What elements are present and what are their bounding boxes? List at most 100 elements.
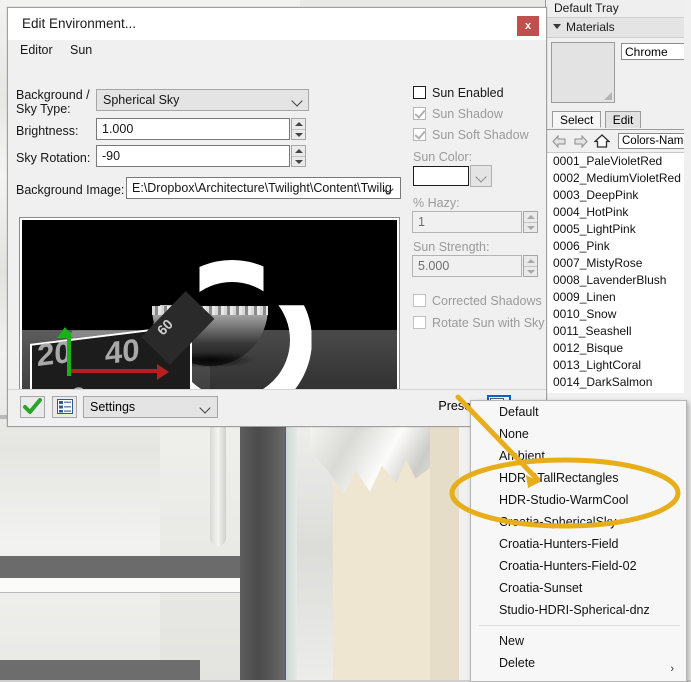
- axis-red: [70, 369, 161, 374]
- hazy-stepper-down[interactable]: [524, 222, 537, 233]
- brightness-input[interactable]: 1.000: [96, 118, 290, 140]
- hazy-input[interactable]: 1: [412, 211, 522, 233]
- list-item[interactable]: 0010_Snow: [546, 306, 691, 323]
- menu-item-label: None: [499, 427, 529, 441]
- sun-strength-stepper[interactable]: [523, 255, 538, 277]
- viewport-shelf-edge: [0, 578, 240, 593]
- viewport-wall-beige-2: [430, 418, 460, 680]
- sun-shadow-checkbox: Sun Shadow: [413, 107, 503, 122]
- menu-item-label: New: [499, 634, 525, 648]
- dialog-title: Edit Environment...: [22, 16, 137, 31]
- hazy-stepper-up[interactable]: [524, 212, 537, 222]
- sun-strength-label: Sun Strength:: [413, 240, 490, 254]
- tray-section-materials[interactable]: Materials: [546, 17, 691, 38]
- menu-item[interactable]: Ambient: [471, 445, 686, 467]
- green-check-icon: [21, 398, 44, 416]
- menu-editor[interactable]: Editor: [20, 40, 53, 60]
- material-swatch[interactable]: [551, 42, 615, 103]
- sun-soft-shadow-label: Sun Soft Shadow: [432, 128, 529, 142]
- sun-color-swatch[interactable]: [413, 166, 469, 186]
- tab-edit[interactable]: Edit: [604, 111, 642, 128]
- list-item[interactable]: 0013_LightCoral: [546, 357, 691, 374]
- dialog-menubar: Editor Sun: [8, 40, 546, 60]
- menu-item-label: Croatia-SphericalSky: [499, 515, 617, 529]
- edit-environment-dialog[interactable]: Edit Environment... x Editor Sun Backgro…: [7, 7, 547, 427]
- axis-green-head: [57, 326, 74, 338]
- material-name-input[interactable]: Chrome: [621, 43, 691, 60]
- sky-rotation-stepper-up[interactable]: [292, 146, 305, 156]
- brightness-stepper-down[interactable]: [292, 129, 305, 140]
- checkbox-box-checked: [413, 128, 426, 141]
- sun-enabled-checkbox[interactable]: Sun Enabled: [413, 86, 504, 101]
- dialog-titlebar[interactable]: Edit Environment... x: [8, 8, 546, 40]
- viewport-panel: [160, 420, 240, 680]
- list-item[interactable]: 0014_DarkSalmon: [546, 374, 691, 391]
- apply-button[interactable]: [20, 396, 45, 418]
- dialog-body: Background / Sky Type: Spherical Sky Bri…: [8, 60, 546, 424]
- menu-separator: [479, 625, 680, 626]
- list-item[interactable]: 0005_LightPink: [546, 221, 691, 238]
- list-item[interactable]: 0009_Linen: [546, 289, 691, 306]
- list-item[interactable]: 0012_Bisque: [546, 340, 691, 357]
- list-options-button[interactable]: [52, 396, 77, 418]
- menu-item-label: Croatia-Hunters-Field-02: [499, 559, 637, 573]
- menu-item[interactable]: HDR-Studio-WarmCool: [471, 489, 686, 511]
- sky-type-value: Spherical Sky: [103, 93, 180, 107]
- menu-item[interactable]: Croatia-Hunters-Field-02: [471, 555, 686, 577]
- back-arrow-icon[interactable]: [552, 134, 567, 148]
- home-icon[interactable]: [594, 134, 610, 148]
- list-item[interactable]: 0007_MistyRose: [546, 255, 691, 272]
- chevron-down-icon: [291, 95, 303, 107]
- viewport-shelf-upper: [0, 556, 243, 578]
- sky-rotation-stepper[interactable]: [291, 145, 306, 167]
- menu-item[interactable]: Delete ›: [471, 652, 686, 675]
- tab-select[interactable]: Select: [552, 111, 602, 128]
- menu-item[interactable]: Croatia-SphericalSky: [471, 511, 686, 533]
- menu-item[interactable]: Studio-HDRI-Spherical-dnz: [471, 599, 686, 621]
- menu-item[interactable]: Croatia-Hunters-Field: [471, 533, 686, 555]
- default-tray-panel[interactable]: Default Tray Materials Chrome Select Edi…: [545, 0, 691, 420]
- menu-item-label: HDR-2TallRectangles: [499, 471, 619, 485]
- checkbox-box: [413, 86, 426, 99]
- list-item[interactable]: 0004_HotPink: [546, 204, 691, 221]
- material-path-input[interactable]: Colors-Named: [618, 133, 691, 149]
- chevron-right-icon: ›: [670, 663, 674, 675]
- tray-tabs: Select Edit: [546, 111, 691, 130]
- brightness-stepper[interactable]: [291, 118, 306, 140]
- sky-type-combo[interactable]: Spherical Sky: [96, 89, 309, 111]
- sun-shadow-label: Sun Shadow: [432, 107, 503, 121]
- viewport-rod: [210, 418, 226, 546]
- menu-item[interactable]: HDR-2TallRectangles: [471, 467, 686, 489]
- close-icon[interactable]: x: [517, 16, 539, 36]
- sun-strength-input[interactable]: 5.000: [412, 255, 522, 277]
- brightness-stepper-up[interactable]: [292, 119, 305, 129]
- sun-strength-stepper-up[interactable]: [524, 256, 537, 266]
- background-image-combo[interactable]: E:\Dropbox\Architecture\Twilight\Content…: [126, 177, 401, 199]
- list-item[interactable]: 0003_DeepPink: [546, 187, 691, 204]
- list-item[interactable]: 0011_Seashell: [546, 323, 691, 340]
- menu-item[interactable]: Croatia-Sunset: [471, 577, 686, 599]
- list-item[interactable]: 0006_Pink: [546, 238, 691, 255]
- background-image-value: E:\Dropbox\Architecture\Twilight\Content…: [132, 181, 392, 195]
- settings-combo[interactable]: Settings: [83, 396, 218, 418]
- rotate-sun-with-sky-label: Rotate Sun with Sky: [432, 316, 545, 330]
- hazy-stepper[interactable]: [523, 211, 538, 233]
- preset-popup-menu[interactable]: Default None Ambient HDR-2TallRectangles HDR…: [470, 400, 687, 682]
- materials-list[interactable]: 0001_PaleVioletRed 0002_MediumVioletRed 00…: [546, 152, 691, 393]
- forward-arrow-icon[interactable]: [573, 134, 588, 148]
- list-item[interactable]: 0002_MediumVioletRed: [546, 170, 691, 187]
- menu-item[interactable]: New: [471, 630, 686, 652]
- list-item[interactable]: 0008_LavenderBlush: [546, 272, 691, 289]
- list-item[interactable]: 0001_PaleVioletRed: [546, 153, 691, 170]
- sun-color-dropdown[interactable]: [470, 165, 492, 187]
- corrected-shadows-label: Corrected Shadows: [432, 294, 542, 308]
- sky-rotation-stepper-down[interactable]: [292, 156, 305, 167]
- preset-menu-items: Default None Ambient HDR-2TallRectangles HDR…: [471, 401, 686, 621]
- menu-item[interactable]: Default: [471, 401, 686, 423]
- sky-rotation-input[interactable]: -90: [96, 145, 290, 167]
- sun-strength-stepper-down[interactable]: [524, 266, 537, 277]
- menu-item[interactable]: None: [471, 423, 686, 445]
- menu-sun[interactable]: Sun: [70, 40, 92, 60]
- environment-preview[interactable]: 20 40 80 60: [19, 217, 400, 407]
- tray-section-label: Materials: [566, 20, 615, 34]
